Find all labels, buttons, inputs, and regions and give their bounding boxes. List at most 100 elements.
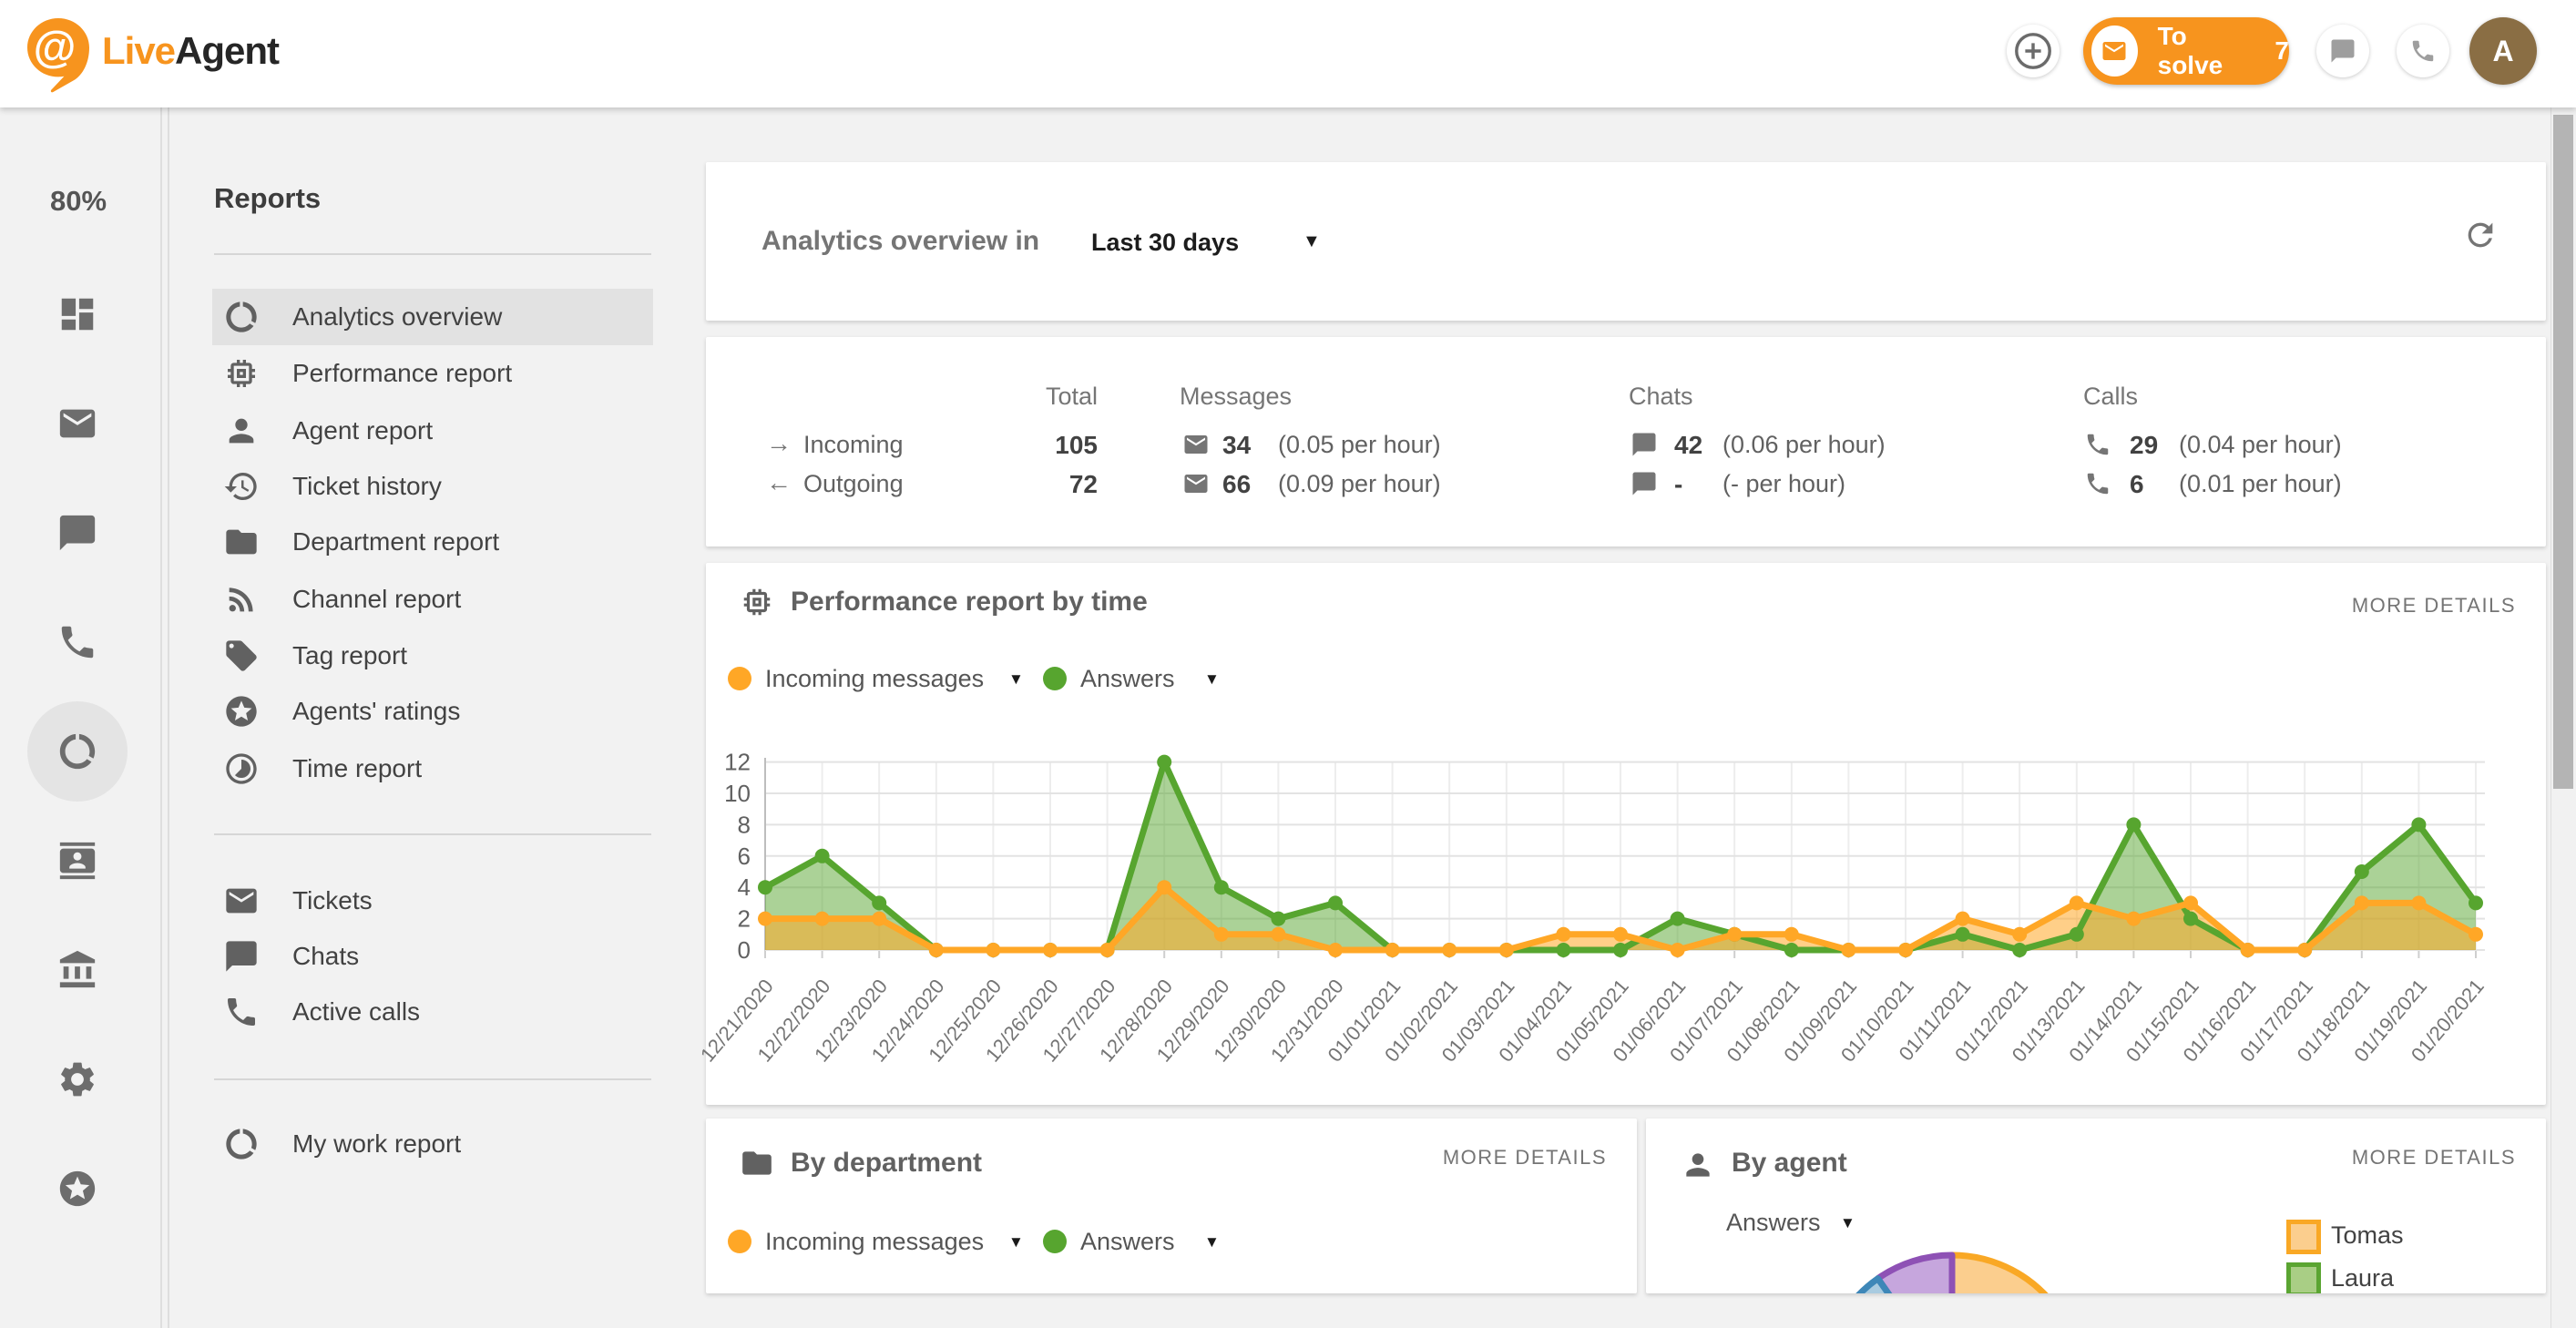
chats-incoming-count: 42 [1674, 431, 1702, 460]
top-bar: @ LiveAgent To solve 7 A [0, 0, 2576, 107]
folder-icon [223, 524, 260, 560]
col-header-total: Total [1007, 383, 1098, 411]
svg-text:8: 8 [738, 811, 751, 838]
svg-text:10: 10 [724, 780, 751, 807]
scrollbar-thumb[interactable] [2553, 115, 2573, 789]
divider [214, 833, 651, 835]
chevron-down-icon[interactable]: ▼ [1204, 1233, 1220, 1251]
calls-outgoing-count: 6 [2130, 470, 2144, 499]
data-usage-icon [223, 1126, 260, 1162]
tag-icon [223, 638, 260, 674]
sidebar-item-agent-report[interactable]: Agent report [212, 403, 653, 459]
to-solve-label: To solve [2158, 22, 2250, 80]
dashboard-icon[interactable] [56, 293, 98, 335]
star-circle-icon [223, 693, 260, 730]
chats-incoming-rate: (0.06 per hour) [1722, 431, 1886, 459]
row-label: Incoming [803, 431, 904, 459]
ratings-icon[interactable] [56, 1168, 98, 1210]
svg-text:0: 0 [738, 936, 751, 964]
chats-icon[interactable] [56, 512, 98, 554]
memory-icon [223, 355, 260, 392]
legend-answers[interactable]: Answers [1080, 665, 1175, 693]
sidebar-item-analytics-overview[interactable]: Analytics overview [212, 289, 653, 345]
sidebar-item-chats[interactable]: Chats [212, 928, 653, 985]
calls-incoming-count: 29 [2130, 431, 2158, 460]
phone-icon [2409, 37, 2437, 65]
date-range-select[interactable]: Last 30 days [1091, 229, 1239, 257]
sidebar-item-tickets[interactable]: Tickets [212, 873, 653, 929]
to-solve-count: 7 [2274, 36, 2289, 66]
sidebar-title: Reports [214, 182, 321, 215]
refresh-icon[interactable] [2462, 217, 2499, 253]
sidebar-item-channel-report[interactable]: Channel report [212, 571, 653, 628]
legend-incoming-messages[interactable]: Incoming messages [765, 665, 984, 693]
messages-incoming-rate: (0.05 per hour) [1278, 431, 1441, 459]
settings-icon[interactable] [56, 1058, 98, 1100]
legend-dot-incoming [728, 1230, 751, 1253]
stats-card: Total Messages Chats Calls → Incoming 10… [706, 337, 2546, 547]
by-agent-card: By agent MORE DETAILS Answers ▼ Tomas La… [1646, 1119, 2546, 1293]
legend-answers[interactable]: Answers [1080, 1228, 1175, 1256]
chevron-down-icon[interactable]: ▼ [1303, 231, 1321, 252]
incoming-arrow-icon: → [766, 429, 792, 458]
performance-area-chart: 02468101212/21/202012/22/202012/23/20201… [724, 745, 2537, 1105]
calls-incoming-rate: (0.04 per hour) [2179, 431, 2342, 459]
card-title: Performance report by time [791, 587, 1148, 618]
calls-outgoing-rate: (0.01 per hour) [2179, 470, 2342, 498]
billing-icon[interactable] [56, 949, 98, 991]
chevron-down-icon[interactable]: ▼ [1008, 670, 1024, 689]
by-department-card: By department MORE DETAILS Incoming mess… [706, 1119, 1637, 1293]
svg-text:@: @ [34, 24, 77, 72]
svg-text:6: 6 [738, 843, 751, 870]
legend-incoming-messages[interactable]: Incoming messages [765, 1228, 984, 1256]
chevron-down-icon[interactable]: ▼ [1008, 1233, 1024, 1251]
tickets-icon[interactable] [56, 403, 98, 444]
plus-circle-icon [2012, 30, 2054, 72]
chats-outgoing-rate: (- per hour) [1722, 470, 1845, 498]
col-header-chats: Chats [1629, 383, 1693, 411]
sidebar-item-active-calls[interactable]: Active calls [212, 984, 653, 1040]
outgoing-arrow-icon: ← [766, 468, 792, 497]
mail-icon [2101, 37, 2128, 65]
history-icon [223, 468, 260, 505]
card-title: By department [791, 1148, 982, 1179]
sidebar-item-time-report[interactable]: Time report [212, 741, 653, 797]
avatar[interactable]: A [2469, 17, 2537, 85]
to-solve-button[interactable]: To solve 7 [2083, 17, 2289, 85]
legend-tomas: Tomas [2331, 1221, 2404, 1250]
chats-button[interactable] [2316, 25, 2369, 77]
sidebar-item-agents-ratings[interactable]: Agents' ratings [212, 683, 653, 740]
folder-icon [740, 1146, 774, 1180]
chat-icon [2329, 37, 2356, 65]
page-title: Analytics overview in [762, 226, 1039, 257]
zoom-level: 80% [0, 185, 157, 218]
chat-icon [1630, 470, 1658, 497]
chat-icon [223, 938, 260, 975]
chevron-down-icon[interactable]: ▼ [1204, 670, 1220, 689]
sidebar-item-performance-report[interactable]: Performance report [212, 345, 653, 402]
calls-button[interactable] [2397, 25, 2449, 77]
messages-incoming-count: 34 [1222, 431, 1251, 460]
sidebar-item-my-work-report[interactable]: My work report [212, 1116, 653, 1172]
data-usage-icon [223, 299, 260, 335]
more-details-link[interactable]: MORE DETAILS [1443, 1146, 1607, 1170]
phone-icon [2084, 431, 2111, 458]
legend-swatch-laura [2286, 1262, 2321, 1293]
person-icon [223, 413, 260, 449]
sidebar-item-ticket-history[interactable]: Ticket history [212, 458, 653, 515]
phone-icon [2084, 470, 2111, 497]
rail-divider [160, 107, 162, 1328]
more-details-link[interactable]: MORE DETAILS [2352, 594, 2516, 618]
calls-icon[interactable] [56, 621, 98, 663]
col-header-calls: Calls [2083, 383, 2138, 411]
performance-report-card: Performance report by time MORE DETAILS … [706, 563, 2546, 1105]
rss-icon [223, 581, 260, 618]
customers-icon[interactable] [56, 840, 98, 882]
reports-icon[interactable] [56, 730, 98, 772]
sidebar-item-tag-report[interactable]: Tag report [212, 628, 653, 684]
divider [214, 253, 651, 255]
by-agent-pie-chart [1646, 1119, 2546, 1293]
sidebar-item-department-report[interactable]: Department report [212, 514, 653, 570]
add-button[interactable] [2007, 25, 2060, 77]
sidebar-divider [168, 107, 169, 1328]
